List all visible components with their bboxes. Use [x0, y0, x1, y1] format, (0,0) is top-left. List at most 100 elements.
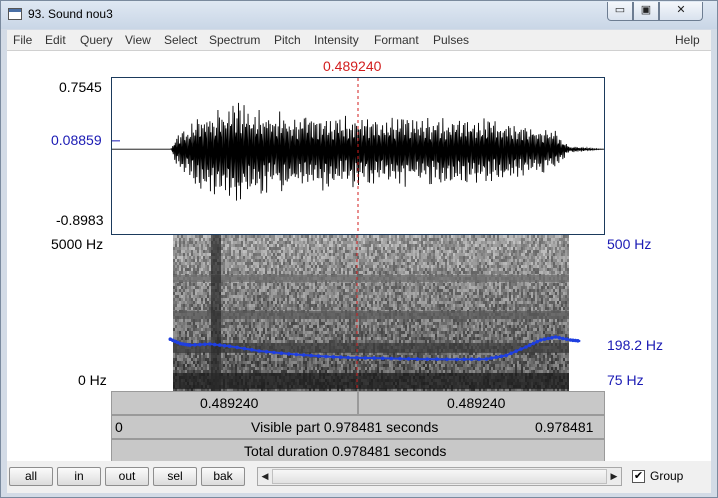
scroll-thumb[interactable]: [272, 469, 607, 484]
pitch-point: [415, 357, 420, 361]
pitch-point: [546, 336, 550, 341]
pitch-point: [363, 356, 368, 360]
pitch-point: [398, 356, 402, 361]
menu-spectrum[interactable]: Spectrum: [209, 33, 260, 47]
menu-formant[interactable]: Formant: [374, 33, 419, 47]
pitch-point: [279, 351, 284, 355]
pitch-point: [324, 354, 328, 359]
praat-sound-window: 93. Sound nou3 ▭ ▣ ✕ File Edit Query Vie…: [0, 0, 718, 498]
menu-help[interactable]: Help: [675, 33, 700, 47]
pitch-point: [264, 349, 269, 354]
pitch-point: [250, 348, 254, 352]
pitch-point: [294, 352, 299, 357]
group-checkbox[interactable]: ✔: [632, 470, 645, 483]
pitch-point: [338, 355, 343, 359]
scroll-right-icon[interactable]: ▶: [607, 468, 621, 485]
total-duration-bar[interactable]: Total duration 0.978481 seconds: [111, 439, 605, 463]
pitch-point: [355, 356, 359, 360]
waveform-min-label: -0.8983: [56, 212, 104, 228]
pitch-point: [489, 356, 494, 360]
menu-view[interactable]: View: [125, 33, 151, 47]
zoom-back-button[interactable]: bak: [201, 467, 245, 486]
pitch-point: [539, 338, 543, 342]
pitch-point: [425, 357, 430, 361]
visible-part-bar[interactable]: 0 Visible part 0.978481 seconds 0.978481: [111, 415, 605, 439]
pitch-point: [389, 356, 394, 361]
pitch-point: [435, 357, 439, 361]
minimize-icon[interactable]: ▭: [607, 2, 633, 21]
pitch-point: [242, 346, 247, 351]
pitch-point: [198, 342, 202, 347]
pitch-point: [287, 352, 291, 356]
pitch-point: [380, 356, 385, 361]
menu-edit[interactable]: Edit: [45, 33, 66, 47]
all-button[interactable]: all: [9, 467, 53, 486]
menu-select[interactable]: Select: [164, 33, 197, 47]
total-duration-label: Total duration 0.978481 seconds: [244, 443, 447, 459]
zoom-in-button[interactable]: in: [57, 467, 101, 486]
pitch-point: [372, 356, 376, 360]
menu-file[interactable]: File: [13, 33, 32, 47]
pitch-point: [484, 357, 489, 361]
time-bar-left-label: 0.489240: [200, 395, 259, 411]
pitch-point: [494, 355, 499, 359]
bottom-toolbar: all in out sel bak ◀ ▶ ✔ Group: [7, 461, 711, 493]
pitch-point: [445, 357, 449, 362]
pitch-point: [550, 336, 554, 340]
visible-start-label: 0: [115, 419, 123, 435]
pitch-point: [535, 339, 539, 344]
pitch-point: [504, 353, 509, 358]
menu-pulses[interactable]: Pulses: [433, 33, 469, 47]
waveform-plot: [112, 78, 604, 234]
menu-bar: File Edit Query View Select Spectrum Pit…: [7, 30, 711, 51]
time-bar-left[interactable]: 0.489240: [111, 391, 358, 415]
app-icon: [8, 8, 22, 20]
pitch-point: [564, 337, 569, 341]
pitch-point: [222, 343, 227, 348]
pitch-point: [477, 357, 481, 361]
pitch-point: [272, 350, 276, 355]
pitch-point: [227, 344, 232, 348]
pitch-point: [509, 351, 513, 356]
spectrogram-bottom-label: 0 Hz: [78, 372, 107, 388]
maximize-icon[interactable]: ▣: [633, 2, 659, 21]
close-icon[interactable]: ✕: [659, 2, 703, 21]
pitch-point: [203, 342, 207, 347]
pitch-point: [257, 349, 261, 353]
waveform-panel[interactable]: [111, 77, 605, 235]
time-scrollbar[interactable]: ◀ ▶: [257, 467, 622, 486]
pitch-bottom-label: 75 Hz: [607, 372, 644, 388]
zoom-selection-button[interactable]: sel: [153, 467, 197, 486]
pitch-point: [212, 342, 217, 347]
pitch-cursor-label: 198.2 Hz: [607, 337, 664, 353]
burst-band: [211, 235, 221, 391]
waveform-cursor-value-label: 0.08859: [51, 132, 102, 148]
group-label: Group: [650, 469, 684, 483]
title-bar[interactable]: 93. Sound nou3 ▭ ▣ ✕: [1, 1, 717, 29]
visible-end-label: 0.978481: [535, 419, 594, 435]
spectrogram-plot: [168, 235, 581, 391]
pitch-point: [406, 357, 411, 361]
pitch-point: [527, 343, 532, 347]
pitch-point: [553, 335, 558, 339]
scroll-left-icon[interactable]: ◀: [258, 468, 272, 485]
pitch-point: [316, 354, 321, 358]
menu-pitch[interactable]: Pitch: [274, 33, 301, 47]
window-title: 93. Sound nou3: [28, 7, 113, 21]
spectrogram-top-label: 5000 Hz: [51, 236, 104, 252]
pitch-point: [514, 349, 518, 353]
pitch-point: [188, 343, 192, 347]
pitch-point: [462, 357, 467, 362]
formant-band: [173, 311, 569, 319]
waveform-max-label: 0.7545: [59, 79, 102, 95]
zoom-out-button[interactable]: out: [105, 467, 149, 486]
pitch-point: [542, 337, 547, 341]
menu-intensity[interactable]: Intensity: [314, 33, 359, 47]
menu-query[interactable]: Query: [80, 33, 113, 47]
pitch-point: [331, 355, 336, 359]
pitch-point: [519, 347, 523, 351]
spectrogram-panel[interactable]: [111, 235, 605, 391]
pitch-point: [576, 339, 580, 343]
time-bar-right[interactable]: 0.489240: [358, 391, 605, 415]
pitch-point: [561, 336, 565, 341]
